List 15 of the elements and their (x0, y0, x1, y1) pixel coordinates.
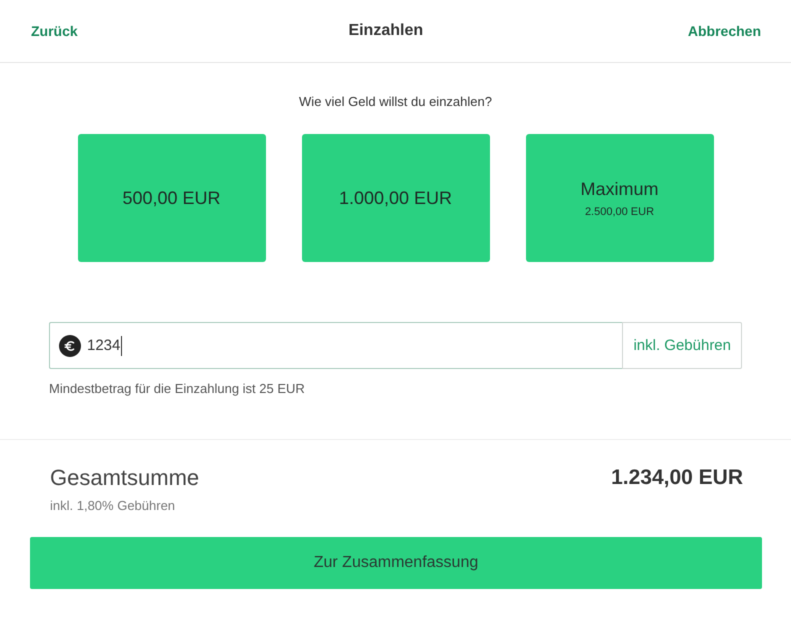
amount-option[interactable]: 1.000,00 EUR (302, 134, 490, 262)
total-amount: 1.234,00 EUR (611, 465, 743, 491)
amount-option[interactable]: Maximum 2.500,00 EUR (526, 134, 714, 262)
amount-field[interactable]: 1234 (49, 322, 622, 369)
question-text: Wie viel Geld willst du einzahlen? (298, 93, 493, 111)
fees-note: inkl. 1,80% Gebühren (50, 497, 176, 515)
total-label: Gesamtsumme (50, 464, 200, 492)
euro-icon (59, 334, 81, 356)
minimum-hint: Mindestbetrag für die Einzahlung ist 25 EUR (49, 381, 306, 397)
cancel-link[interactable]: Abbrechen (688, 23, 761, 39)
amount-option[interactable]: 500,00 EUR (78, 134, 266, 262)
fees-addon[interactable]: inkl. Gebühren (622, 322, 742, 369)
page-title: Einzahlen (348, 22, 424, 40)
summary-button[interactable]: Zur Zusammenfassung (30, 537, 762, 589)
back-link[interactable]: Zurück (31, 23, 78, 39)
